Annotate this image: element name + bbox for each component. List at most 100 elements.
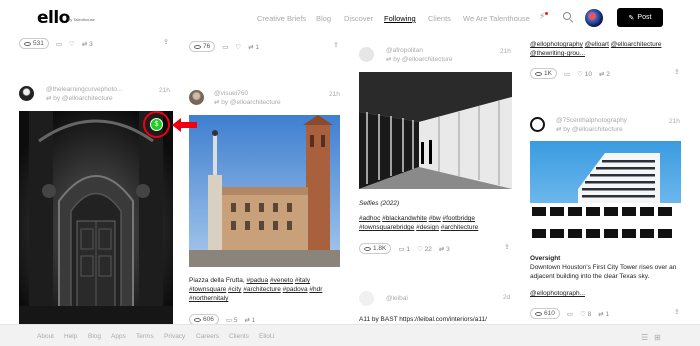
post-image-doorway[interactable] — [19, 111, 173, 324]
post-image-walkway[interactable] — [359, 72, 512, 189]
tag-link[interactable]: #blackandwhite — [382, 215, 427, 222]
repost-count[interactable]: ⇄ 3 — [82, 40, 93, 48]
author-name[interactable]: @thelearningcurvephoto... — [46, 85, 122, 94]
footer-help[interactable]: Help — [64, 333, 77, 340]
tag-link[interactable]: #townsquarebridge — [359, 224, 414, 231]
post-button[interactable]: ✎ Post — [617, 8, 663, 27]
comment-icon[interactable]: ▭ — [222, 43, 228, 51]
tag-link[interactable]: #italy — [295, 277, 310, 284]
tag-link[interactable]: #bw — [429, 215, 441, 222]
repost-line[interactable]: ⇄ by @elloarchitecture — [214, 98, 281, 107]
nav-creative-briefs[interactable]: Creative Briefs — [257, 14, 306, 23]
eye-icon — [535, 311, 542, 316]
tag-link[interactable]: #hdr — [309, 286, 322, 293]
post-image-tower[interactable] — [530, 141, 681, 245]
heart-icon[interactable]: ♡ — [69, 40, 75, 48]
list-view-icon[interactable]: ☰ — [641, 333, 648, 342]
tag-link[interactable]: #design — [416, 224, 439, 231]
footer-about[interactable]: About — [37, 333, 54, 340]
share-icon[interactable]: ⇪ — [674, 308, 680, 316]
post-title: Selfies (2022) — [359, 200, 400, 207]
comment-icon[interactable]: ▭ — [564, 70, 570, 78]
repost-line[interactable]: ⇄ by @elloarchitecture — [46, 94, 122, 103]
footer-terms[interactable]: Terms — [136, 333, 154, 340]
author-avatar[interactable] — [359, 291, 374, 306]
author-block: @afropolitan ⇄ by @elloarchitecture — [386, 46, 453, 64]
tag-link[interactable]: #northernitaly — [189, 295, 228, 302]
author-name[interactable]: @afropolitan — [386, 46, 453, 55]
author-avatar[interactable] — [189, 90, 204, 105]
grid-view-icon[interactable]: ⊞ — [654, 333, 661, 342]
author-name[interactable]: @leibal — [386, 294, 408, 303]
views-badge[interactable]: 1K — [530, 68, 557, 79]
tag-link[interactable]: #townsquare — [189, 286, 226, 293]
eye-icon — [194, 317, 201, 322]
post-time: 21h — [329, 91, 340, 98]
repost-line[interactable]: ⇄ by @elloarchitecture — [556, 125, 627, 134]
share-icon[interactable]: ⇪ — [163, 38, 169, 46]
comment-icon[interactable]: ▭ — [56, 40, 62, 48]
love-count[interactable]: ♡ 8 — [580, 310, 591, 318]
share-icon[interactable]: ⇪ — [674, 68, 680, 76]
nav-we-are-talenthouse[interactable]: We Are Talenthouse — [463, 14, 530, 23]
repost-count[interactable]: ⇄ 1 — [598, 310, 609, 318]
repost-count[interactable]: ⇄ 2 — [599, 70, 610, 78]
tag-link[interactable]: #padova — [283, 286, 308, 293]
eye-icon — [24, 41, 31, 46]
author-name[interactable]: @visuel760 — [214, 89, 281, 98]
tag-link[interactable]: #architecture — [441, 224, 479, 231]
tag-link[interactable]: #adhoc — [359, 215, 380, 222]
ello-logo[interactable]: ello — [37, 8, 70, 28]
views-badge[interactable]: 610 — [530, 308, 560, 319]
repost-count[interactable]: ⇄ 1 — [248, 43, 259, 51]
mention-link[interactable]: @ellophotography — [530, 41, 583, 48]
nav-blog[interactable]: Blog — [316, 14, 331, 23]
footer-clients[interactable]: Clients — [229, 333, 249, 340]
footer-privacy[interactable]: Privacy — [164, 333, 185, 340]
repost-count[interactable]: ⇄ 1 — [244, 316, 255, 324]
caption-line-2: #townsquare #city #architecture #padova … — [189, 285, 344, 294]
mention-link[interactable]: @elloart — [585, 41, 609, 48]
comment-count[interactable]: ▭ 1 — [398, 245, 410, 253]
footer-apps[interactable]: Apps — [111, 333, 126, 340]
user-avatar[interactable] — [585, 9, 603, 27]
post-caption: A11 by BAST https://leibal.com/interiors… — [359, 316, 487, 323]
heart-icon[interactable]: ♡ — [235, 43, 241, 51]
footer-blog[interactable]: Blog — [88, 333, 101, 340]
views-badge[interactable]: 1.8K — [359, 243, 392, 254]
comment-count[interactable]: ▭ 5 — [226, 316, 238, 324]
tag-link[interactable]: #city — [228, 286, 241, 293]
eye-icon — [194, 44, 201, 49]
eye-icon — [535, 71, 542, 76]
search-icon[interactable] — [563, 12, 571, 20]
post-button-label: Post — [637, 14, 652, 21]
footer-careers[interactable]: Careers — [196, 333, 219, 340]
share-icon[interactable]: ⇪ — [333, 41, 339, 49]
tag-link[interactable]: #footbridge — [443, 215, 476, 222]
views-badge[interactable]: 531 — [19, 38, 49, 49]
nav-discover[interactable]: Discover — [344, 14, 373, 23]
author-avatar[interactable] — [530, 117, 545, 132]
views-badge[interactable]: 76 — [189, 41, 216, 52]
post-image-padua[interactable] — [189, 115, 340, 267]
love-count[interactable]: ♡ 10 — [577, 70, 592, 78]
love-count[interactable]: ♡ 22 — [417, 245, 432, 253]
author-name[interactable]: @75centhalphotography — [556, 116, 627, 125]
tag-link[interactable]: #architecture — [243, 286, 281, 293]
mention-link[interactable]: @elloarchitecture — [611, 41, 662, 48]
repost-line[interactable]: ⇄ by @elloarchitecture — [386, 55, 453, 64]
nav-following[interactable]: Following — [384, 14, 416, 23]
mention-link[interactable]: @ellophotograph... — [530, 289, 585, 298]
repost-count[interactable]: ⇄ 3 — [439, 245, 450, 253]
author-block: @thelearningcurvephoto... ⇄ by @elloarch… — [46, 85, 122, 103]
tag-link[interactable]: #veneto — [270, 277, 293, 284]
footer-ellou[interactable]: ElloU — [259, 333, 275, 340]
nav-clients[interactable]: Clients — [428, 14, 451, 23]
author-avatar[interactable] — [19, 86, 34, 101]
share-icon[interactable]: ⇪ — [504, 243, 510, 251]
post-time: 2d — [503, 294, 511, 301]
comment-icon[interactable]: ▭ — [567, 310, 573, 318]
author-avatar[interactable] — [359, 47, 374, 62]
tag-link[interactable]: #padua — [246, 277, 268, 284]
mention-link[interactable]: @thewriting-grou... — [530, 50, 585, 57]
